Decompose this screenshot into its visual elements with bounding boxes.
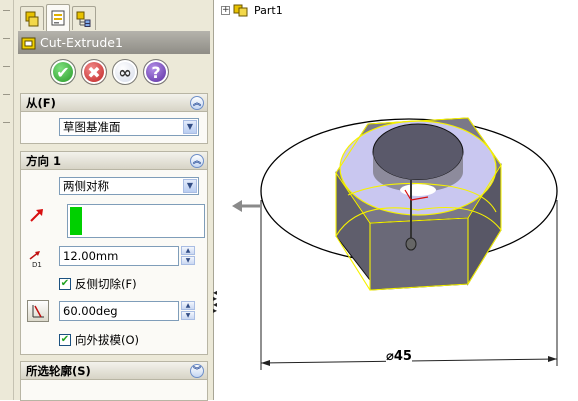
detailed-preview-button[interactable]: ∞ [112,59,138,85]
help-question-icon: ? [151,62,161,82]
direction-arrow-icon[interactable] [29,207,45,223]
panel-splitter[interactable]: ◂ ▸ ◂ ▸ [213,289,217,320]
ok-button[interactable]: ✔ [50,59,76,85]
strip-mark [3,94,10,95]
tab-feature-manager[interactable] [20,6,44,30]
spin-down-icon[interactable]: ▼ [181,256,195,265]
draft-angle-spinner[interactable]: ▲ ▼ [181,301,195,321]
depth-input[interactable]: 12.00mm [59,246,179,266]
view-direction-arrow-icon[interactable] [232,200,260,212]
draft-outward-checkbox[interactable]: ✔ [59,334,71,346]
draft-toggle-button[interactable] [27,300,49,322]
chevron-down-icon[interactable]: ▼ [183,179,197,193]
draft-angle-value: 60.00deg [63,304,118,318]
end-condition-value: 两侧对称 [63,179,109,193]
collapse-direction1-icon[interactable]: ︽ [190,154,204,168]
strip-mark [3,38,10,39]
flip-side-row[interactable]: ✔ 反侧切除(F) [59,276,137,292]
feature-title: Cut-Extrude1 [40,35,123,50]
tab-configuration-manager[interactable] [72,6,96,30]
selected-contours-header[interactable]: 所选轮廓(S) ︾ [21,362,207,380]
feature-manager-icon [25,11,39,26]
cancel-x-icon: ✖ [87,62,101,82]
feature-title-bar: Cut-Extrude1 [18,31,210,54]
help-button[interactable]: ? [143,59,169,85]
start-condition-select[interactable]: 草图基准面 ▼ [59,118,199,136]
configuration-manager-icon [76,11,91,27]
manager-tabs [18,4,210,31]
left-edge-strip [0,0,14,400]
draft-angle-input[interactable]: 60.00deg [59,301,179,321]
draft-outward-row[interactable]: ✔ 向外拔模(O) [59,332,139,348]
dim-arrow-left [261,360,270,366]
flip-side-checkbox[interactable]: ✔ [59,278,71,290]
cut-extrude-icon [21,37,36,49]
svg-text:D1: D1 [32,261,42,268]
selected-contours-group: 所选轮廓(S) ︾ [20,361,208,401]
expand-contours-icon[interactable]: ︾ [190,364,204,378]
strip-mark [3,122,10,123]
diameter-dimension-label[interactable]: ⌀45 [386,349,412,364]
spin-up-icon[interactable]: ▲ [181,246,195,255]
property-manager-panel: Cut-Extrude1 ✔ ✖ ∞ ? 从(F) ︽ 草图基准面 ▼ 方向 1… [14,0,214,401]
flip-side-label: 反侧切除(F) [75,277,137,291]
preview-glasses-icon: ∞ [118,62,132,82]
ok-check-icon: ✔ [56,62,70,82]
direction-reference-box[interactable] [67,204,205,238]
start-condition-value: 草图基准面 [63,120,121,134]
graphics-viewport[interactable] [218,0,578,400]
direction-reference-swatch [70,207,82,235]
direction1-group-title: 方向 1 [26,154,62,168]
direction1-group-header[interactable]: 方向 1 ︽ [21,152,207,170]
strip-mark [3,66,10,67]
draft-angle-icon [32,305,44,318]
chevron-down-icon[interactable]: ▼ [183,120,197,134]
from-group-title: 从(F) [26,96,56,110]
tab-property-manager[interactable] [46,4,70,31]
property-manager-icon [51,10,65,26]
direction1-group: 方向 1 ︽ 两侧对称 ▼ D1 12.00mm ▲ ▼ ✔ 反侧切除(F) 6… [20,151,208,355]
collapse-from-icon[interactable]: ︽ [190,96,204,110]
end-condition-select[interactable]: 两侧对称 ▼ [59,177,199,195]
strip-mark [3,10,10,11]
action-buttons: ✔ ✖ ∞ ? [50,59,169,85]
draft-outward-label: 向外拔模(O) [75,333,140,347]
depth-value: 12.00mm [63,249,119,263]
from-group-header[interactable]: 从(F) ︽ [21,94,207,112]
selected-contours-title: 所选轮廓(S) [26,364,91,378]
depth-d1-icon: D1 [29,251,42,268]
from-group: 从(F) ︽ 草图基准面 ▼ [20,93,208,144]
dim-arrow-right [548,356,557,362]
spin-up-icon[interactable]: ▲ [181,301,195,310]
depth-spinner[interactable]: ▲ ▼ [181,246,195,266]
cancel-button[interactable]: ✖ [81,59,107,85]
spin-down-icon[interactable]: ▼ [181,311,195,320]
